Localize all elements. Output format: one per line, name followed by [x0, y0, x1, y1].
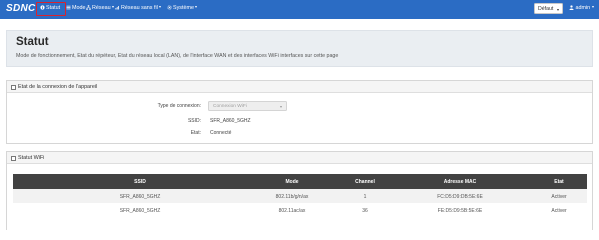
page-header: Statut Mode de fonctionnement, Etat du r…: [6, 30, 593, 67]
language-select[interactable]: Défaut: [534, 3, 563, 14]
chevron-down-icon: [194, 6, 197, 8]
connection-status-panel: Etat de la connexion de l'appareil Type …: [6, 80, 593, 144]
section-toggle-checkbox[interactable]: [11, 155, 16, 161]
nav-reseau-label: Réseau: [92, 5, 111, 11]
table-row: SFR_A860_5GHZ 802.11b/g/n/ax 1 FC:D5:D9:…: [13, 189, 587, 203]
table-header: SSID Mode Channel Adresse MAC Etat: [13, 174, 587, 189]
chevron-down-icon: [557, 8, 559, 11]
statut-highlight-box: [36, 2, 66, 16]
chevron-down-icon: [158, 6, 161, 8]
wifi-status-header: Statut WiFi: [7, 152, 592, 164]
nav-mode[interactable]: Mode: [66, 4, 86, 13]
cell-ssid: SFR_A860_5GHZ: [119, 207, 161, 214]
nav-reseau[interactable]: Réseau: [86, 4, 114, 13]
chevron-down-icon: [111, 6, 114, 8]
chevron-down-icon: [280, 106, 282, 108]
top-navbar: SDNC Statut Mode Réseau Réseau sans fil …: [0, 0, 599, 19]
user-menu-label: admin: [575, 5, 591, 11]
list-icon: [66, 5, 71, 9]
wifi-icon: [115, 5, 119, 9]
nav-mode-label: Mode: [72, 5, 86, 11]
ssid-label: SSID:: [187, 118, 201, 124]
table-row: SFR_A860_5GHZ 802.11ac/ax 36 FE:D5:D9:5B…: [13, 203, 587, 217]
state-value: Connecté: [210, 130, 232, 136]
gear-icon: [167, 4, 172, 10]
cell-mac: FC:D5:D9:DB:5E:6E: [437, 193, 483, 200]
wifi-status-title: Statut WiFi: [18, 155, 45, 161]
cell-mode: 802.11b/g/n/ax: [275, 193, 309, 200]
connection-status-header: Etat de la connexion de l'appareil: [7, 81, 592, 93]
user-icon: [569, 4, 574, 10]
column-header-mac: Adresse MAC: [443, 179, 477, 185]
chevron-down-icon: [591, 6, 594, 8]
cell-mac: FE:D5:D9:5B:5E:6E: [437, 207, 483, 214]
cell-state: Activer: [551, 207, 567, 214]
cell-channel: 1: [363, 193, 367, 200]
user-menu[interactable]: admin: [569, 4, 594, 13]
cell-channel: 36: [362, 207, 368, 214]
section-toggle-checkbox[interactable]: [11, 84, 16, 90]
network-icon: [86, 4, 91, 10]
page-title: Statut: [16, 36, 49, 48]
brand-logo[interactable]: SDNC: [6, 3, 36, 14]
nav-reseau-sans-fil-label: Réseau sans fil: [121, 5, 158, 11]
ssid-value: SFR_A860_5GHZ: [210, 118, 251, 124]
connection-status-title: Etat de la connexion de l'appareil: [18, 84, 98, 90]
connection-type-label: Type de connexion:: [157, 103, 201, 109]
column-header-mode: Mode: [285, 179, 299, 185]
wifi-status-panel: Statut WiFi SSID Mode Channel Adresse MA…: [6, 151, 593, 230]
page-description: Mode de fonctionnement, Etat du répéteur…: [16, 53, 339, 59]
connection-type-value: Connexion WiFi: [213, 104, 247, 109]
cell-state: Activer: [551, 193, 567, 200]
column-header-channel: Channel: [355, 179, 375, 185]
connection-type-select[interactable]: Connexion WiFi: [208, 101, 287, 111]
nav-systeme-label: Système: [173, 5, 194, 11]
language-select-value: Défaut: [538, 6, 554, 12]
state-label: Etat:: [190, 130, 201, 136]
cell-ssid: SFR_A860_5GHZ: [119, 193, 161, 200]
nav-reseau-sans-fil[interactable]: Réseau sans fil: [115, 4, 161, 13]
column-header-state: Etat: [554, 179, 564, 185]
cell-mode: 802.11ac/ax: [278, 207, 306, 214]
column-header-ssid: SSID: [134, 179, 146, 185]
nav-systeme[interactable]: Système: [167, 4, 197, 13]
